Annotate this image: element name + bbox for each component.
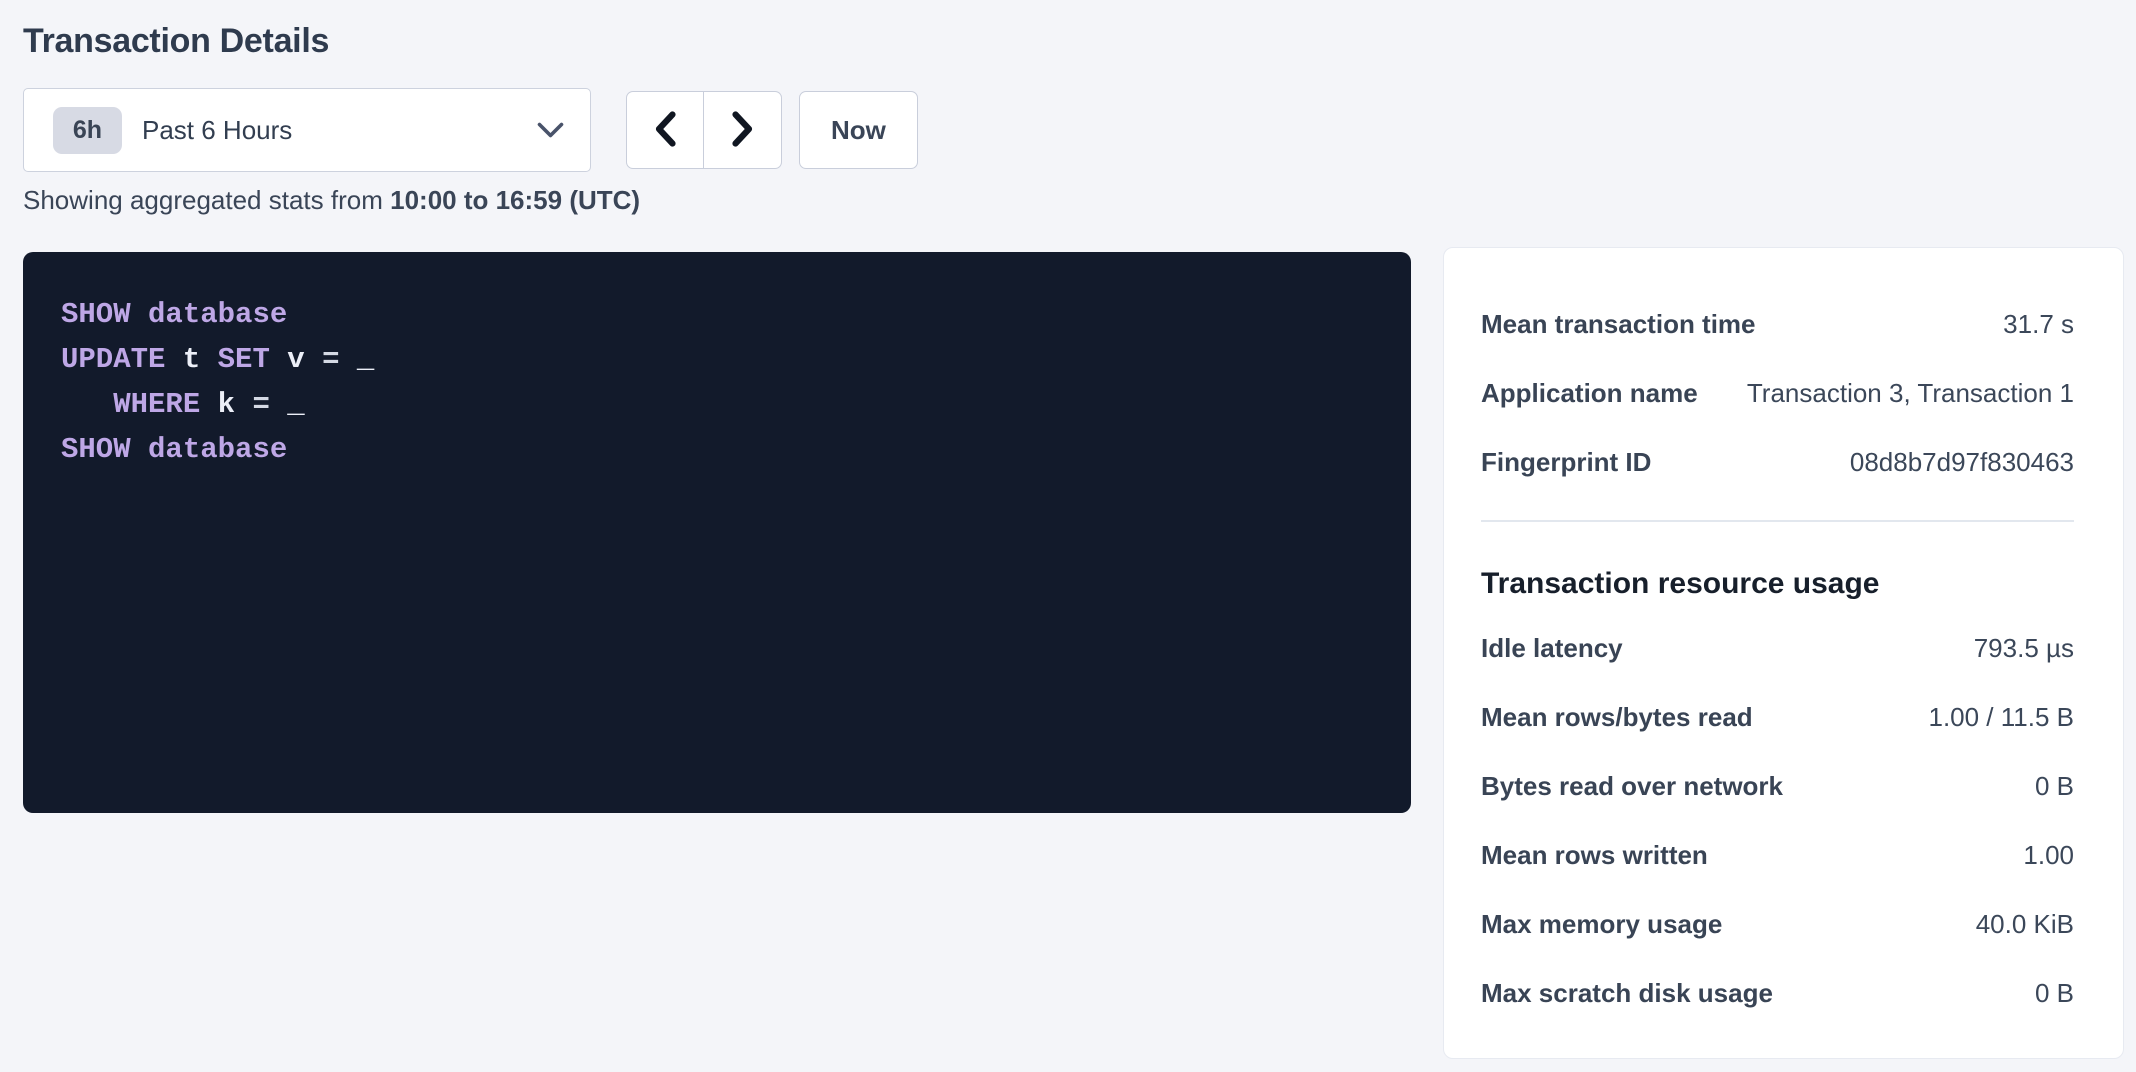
transaction-stats-card: Mean transaction time 31.7 s Application… [1443,247,2124,1059]
stat-value: 793.5 µs [1974,633,2074,664]
sql-line: SHOW database [61,292,1375,337]
time-range-label: Past 6 Hours [142,115,292,146]
stat-row-max-scratch-disk-usage: Max scratch disk usage 0 B [1481,959,2074,1028]
stat-label: Mean rows written [1481,840,1728,871]
stat-value: 31.7 s [2003,309,2074,340]
stat-label: Mean transaction time [1481,309,1776,340]
now-button[interactable]: Now [799,91,918,169]
sql-line: WHERE k = _ [61,382,1375,427]
stat-label: Fingerprint ID [1481,447,1671,478]
stat-value: 40.0 KiB [1976,909,2074,940]
stat-row-mean-rows-written: Mean rows written 1.00 [1481,821,2074,890]
chevron-right-icon [731,111,754,150]
stat-label: Max memory usage [1481,909,1742,940]
card-divider [1481,520,2074,522]
stat-label: Application name [1481,378,1718,409]
page-title: Transaction Details [23,22,2124,61]
stat-label: Idle latency [1481,633,1643,664]
caption-prefix: Showing aggregated stats from [23,185,390,215]
stat-row-mean-transaction-time: Mean transaction time 31.7 s [1481,290,2074,359]
time-nav-group [626,91,782,169]
next-interval-button[interactable] [704,91,782,169]
sql-code: SHOW databaseUPDATE t SET v = _ WHERE k … [61,292,1375,472]
sql-line: SHOW database [61,427,1375,472]
stat-value: Transaction 3, Transaction 1 [1747,378,2074,409]
stat-label: Bytes read over network [1481,771,1803,802]
stat-value: 1.00 [2023,840,2074,871]
time-range-dropdown[interactable]: 6h Past 6 Hours [23,88,591,172]
stat-row-mean-rows-bytes-read: Mean rows/bytes read 1.00 / 11.5 B [1481,683,2074,752]
chevron-down-icon [537,122,564,139]
time-nav-controls: Now [626,91,918,169]
chevron-left-icon [654,111,677,150]
caption-range: 10:00 to 16:59 (UTC) [390,185,640,215]
stat-value: 08d8b7d97f830463 [1850,447,2074,478]
stat-value: 0 B [2035,771,2074,802]
stat-row-idle-latency: Idle latency 793.5 µs [1481,614,2074,683]
stat-row-bytes-read-over-network: Bytes read over network 0 B [1481,752,2074,821]
resource-usage-heading: Transaction resource usage [1481,567,2074,601]
aggregated-stats-caption: Showing aggregated stats from 10:00 to 1… [23,185,2124,216]
transaction-details-page: Transaction Details 6h Past 6 Hours [0,0,2136,1059]
sql-line: UPDATE t SET v = _ [61,337,1375,382]
stat-value: 0 B [2035,978,2074,1009]
stat-row-application-name: Application name Transaction 3, Transact… [1481,359,2074,428]
time-toolbar: 6h Past 6 Hours Now [23,88,2124,172]
main-content: SHOW databaseUPDATE t SET v = _ WHERE k … [23,247,2124,1059]
stat-label: Mean rows/bytes read [1481,702,1773,733]
stat-value: 1.00 / 11.5 B [1928,702,2074,733]
stat-row-fingerprint-id: Fingerprint ID 08d8b7d97f830463 [1481,428,2074,497]
previous-interval-button[interactable] [626,91,704,169]
sql-statements-panel: SHOW databaseUPDATE t SET v = _ WHERE k … [23,252,1411,813]
time-range-badge: 6h [53,107,122,154]
stat-row-max-memory-usage: Max memory usage 40.0 KiB [1481,890,2074,959]
stat-label: Max scratch disk usage [1481,978,1793,1009]
